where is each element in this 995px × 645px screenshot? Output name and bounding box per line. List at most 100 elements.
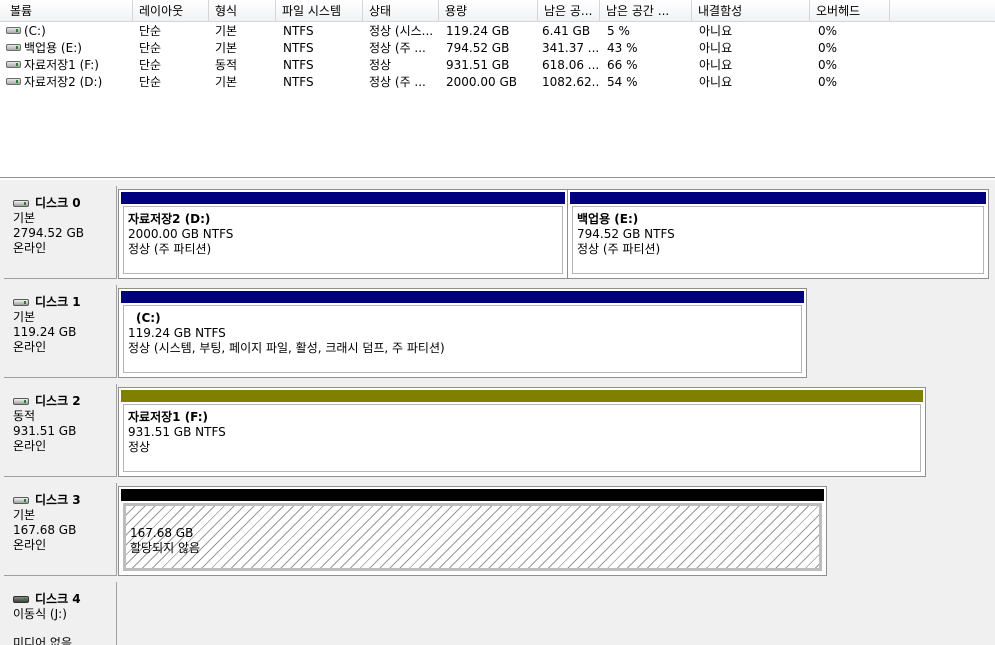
disk-size: 931.51 GB [13, 424, 77, 438]
column-header-layout[interactable]: 레이아웃 [133, 0, 209, 22]
disk-type: 기본 [13, 508, 36, 522]
volume-file-system: NTFS [283, 75, 314, 89]
volume-capacity: 119.24 GB [446, 24, 510, 38]
disk-label[interactable]: 디스크 1 기본 119.24 GB 온라인 [4, 285, 117, 378]
volume-name: 백업용 (E:) [24, 41, 82, 55]
disk-type: 동적 [13, 409, 36, 423]
disk-status: 온라인 [13, 538, 47, 552]
disk-name: 디스크 3 [35, 493, 81, 507]
column-header-status[interactable]: 상태 [363, 0, 439, 22]
volume-layout: 단순 [139, 24, 162, 38]
partition-color-bar [121, 390, 923, 402]
volume-name: (C:) [24, 24, 46, 38]
column-header-free-space[interactable]: 남은 공... [538, 0, 600, 22]
partition-size: 794.52 GB NTFS [577, 227, 675, 241]
disk-label[interactable]: 디스크 4 이동식 (J:) 미디어 없음 [4, 582, 117, 645]
volume-status: 정상 (주 ... [369, 41, 426, 55]
column-header-fault-tolerance[interactable]: 내결함성 [692, 0, 810, 22]
hard-disk-icon [13, 398, 29, 405]
disk-label[interactable]: 디스크 3 기본 167.68 GB 온라인 [4, 483, 117, 576]
partition-status: 정상 (주 파티션) [577, 242, 661, 256]
disk-type: 이동식 (J:) [13, 607, 67, 621]
partition-color-bar [121, 489, 824, 501]
column-header-type[interactable]: 형식 [209, 0, 276, 22]
volume-layout: 단순 [139, 58, 162, 72]
disk-size: 2794.52 GB [13, 226, 84, 240]
column-header-row: 볼륨 레이아웃 형식 파일 시스템 상태 용량 남은 공... 남은 공간 ..… [0, 0, 995, 22]
disk-row: 디스크 4 이동식 (J:) 미디어 없음 [0, 582, 995, 645]
partition-e[interactable]: 백업용 (E:) 794.52 GB NTFS 정상 (주 파티션) [567, 189, 989, 279]
partition-d[interactable]: 자료저장2 (D:) 2000.00 GB NTFS 정상 (주 파티션) [118, 189, 568, 279]
disk-status: 온라인 [13, 340, 47, 354]
volume-row[interactable]: 자료저장2 (D:) 단순 기본 NTFS 정상 (주 ... 2000.00 … [0, 74, 995, 91]
disk-graphical-view[interactable]: 디스크 0 기본 2794.52 GB 온라인 자료저장2 (D:) 2000.… [0, 180, 995, 645]
volume-capacity: 794.52 GB [446, 41, 510, 55]
partition-status: 할당되지 않음 [130, 541, 201, 555]
volume-free-space: 618.06 ... [542, 58, 600, 72]
volume-fault-tolerance: 아니요 [699, 58, 733, 72]
volume-type: 기본 [215, 41, 238, 55]
drive-icon [6, 61, 21, 68]
volume-fault-tolerance: 아니요 [699, 24, 733, 38]
volume-row[interactable]: 자료저장1 (F:) 단순 동적 NTFS 정상 931.51 GB 618.0… [0, 57, 995, 74]
partition-status: 정상 (시스템, 부팅, 페이지 파일, 활성, 크래시 덤프, 주 파티션) [128, 341, 445, 355]
disk-name: 디스크 1 [35, 295, 81, 309]
volume-fault-tolerance: 아니요 [699, 41, 733, 55]
volume-layout: 단순 [139, 41, 162, 55]
column-header-capacity[interactable]: 용량 [439, 0, 538, 22]
disk-row: 디스크 1 기본 119.24 GB 온라인 (C:) 119.24 GB NT… [0, 285, 995, 378]
volume-list[interactable]: 볼륨 레이아웃 형식 파일 시스템 상태 용량 남은 공... 남은 공간 ..… [0, 0, 995, 178]
volume-free-percent: 66 % [607, 58, 638, 72]
volume-type: 기본 [215, 24, 238, 38]
disk-size: 167.68 GB [13, 523, 77, 537]
volume-free-percent: 5 % [607, 24, 630, 38]
disk-size: 119.24 GB [13, 325, 77, 339]
column-header-free-percent[interactable]: 남은 공간 ... [600, 0, 692, 22]
removable-disk-icon [13, 596, 29, 603]
volume-capacity: 931.51 GB [446, 58, 510, 72]
partition-c[interactable]: (C:) 119.24 GB NTFS 정상 (시스템, 부팅, 페이지 파일,… [118, 288, 807, 378]
volume-overhead: 0% [818, 41, 838, 55]
disk-label[interactable]: 디스크 2 동적 931.51 GB 온라인 [4, 384, 117, 477]
partition-color-bar [121, 291, 804, 303]
volume-overhead: 0% [818, 24, 838, 38]
volume-row[interactable]: (C:) 단순 기본 NTFS 정상 (시스... 119.24 GB 6.41… [0, 23, 995, 40]
volume-overhead: 0% [818, 58, 838, 72]
drive-icon [6, 44, 21, 51]
partition-size: 167.68 GB [130, 526, 194, 540]
unallocated-space[interactable]: 167.68 GB 할당되지 않음 [118, 486, 827, 576]
unallocated-hatch: 167.68 GB 할당되지 않음 [123, 503, 822, 571]
partition-title: (C:) [136, 311, 161, 325]
volume-free-space: 1082.62... [542, 75, 600, 89]
partition-size: 119.24 GB NTFS [128, 326, 226, 340]
volume-status: 정상 (시스... [369, 24, 434, 38]
partition-title: 자료저장2 (D:) [128, 212, 211, 226]
volume-free-space: 341.37 ... [542, 41, 600, 55]
hard-disk-icon [13, 200, 29, 207]
drive-icon [6, 78, 21, 85]
disk-row: 디스크 0 기본 2794.52 GB 온라인 자료저장2 (D:) 2000.… [0, 186, 995, 279]
column-header-file-system[interactable]: 파일 시스템 [276, 0, 363, 22]
column-header-overhead[interactable]: 오버헤드 [810, 0, 890, 22]
volume-free-percent: 43 % [607, 41, 638, 55]
volume-type: 동적 [215, 58, 238, 72]
partition-size: 931.51 GB NTFS [128, 425, 226, 439]
volume-file-system: NTFS [283, 58, 314, 72]
volume-file-system: NTFS [283, 24, 314, 38]
disk-name: 디스크 0 [35, 196, 81, 210]
hard-disk-icon [13, 497, 29, 504]
column-header-volume[interactable]: 볼륨 [4, 0, 133, 22]
partition-status: 정상 (주 파티션) [128, 242, 212, 256]
volume-name: 자료저장2 (D:) [24, 75, 103, 89]
partition-f[interactable]: 자료저장1 (F:) 931.51 GB NTFS 정상 [118, 387, 926, 477]
drive-icon [6, 27, 21, 34]
volume-row[interactable]: 백업용 (E:) 단순 기본 NTFS 정상 (주 ... 794.52 GB … [0, 40, 995, 57]
disk-label[interactable]: 디스크 0 기본 2794.52 GB 온라인 [4, 186, 117, 279]
disk-type: 기본 [13, 211, 36, 225]
volume-overhead: 0% [818, 75, 838, 89]
volume-capacity: 2000.00 GB [446, 75, 517, 89]
disk-type: 기본 [13, 310, 36, 324]
partition-title: 자료저장1 (F:) [128, 410, 208, 424]
disk-row: 디스크 2 동적 931.51 GB 온라인 자료저장1 (F:) 931.51… [0, 384, 995, 477]
volume-free-percent: 54 % [607, 75, 638, 89]
